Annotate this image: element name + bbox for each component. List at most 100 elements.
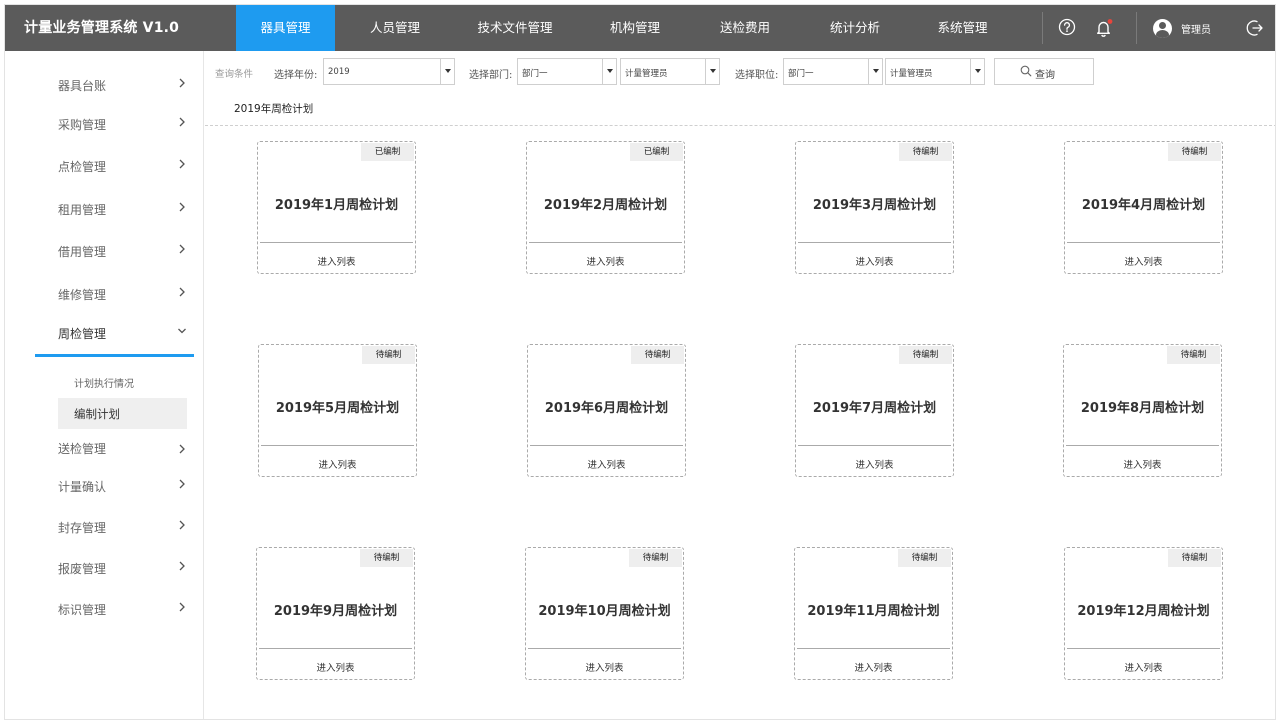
enter-list-link[interactable]: 进入列表 [796, 457, 953, 471]
chevron-right-icon [179, 117, 185, 127]
main-nav: 器具管理 人员管理 技术文件管理 机构管理 送检费用 统计分析 系统管理 [236, 5, 1010, 51]
enter-list-link[interactable]: 进入列表 [258, 254, 415, 268]
sidebar-item-metrology-confirmation[interactable]: 计量确认 [58, 474, 188, 498]
plan-card-title: 2019年5月周检计划 [275, 401, 400, 416]
status-badge: 已编制 [361, 143, 414, 161]
enter-list-link[interactable]: 进入列表 [259, 457, 416, 471]
sidebar: 器具台账 采购管理 点检管理 租用管理 借用管理 维修管理 周检管理 计划执行情… [5, 51, 204, 719]
plan-card-title: 2019年6月周检计划 [544, 401, 669, 416]
nav-tab-technical-documents[interactable]: 技术文件管理 [455, 5, 575, 51]
department-role-select-value: 计量管理员 [625, 69, 668, 79]
card-divider [528, 648, 681, 649]
sidebar-item-label: 采购管理 [58, 118, 107, 132]
sidebar-item-sealing[interactable]: 封存管理 [58, 515, 188, 539]
chevron-right-icon [179, 78, 185, 88]
enter-list-link[interactable]: 进入列表 [528, 457, 685, 471]
card-divider [798, 242, 951, 243]
enter-list-link[interactable]: 进入列表 [257, 660, 414, 674]
sidebar-item-instrument-ledger[interactable]: 器具台账 [58, 73, 188, 97]
card-divider [260, 242, 413, 243]
plan-card-feb[interactable]: 已编制 2019年2月周检计划 进入列表 [526, 141, 685, 274]
plan-card-jul[interactable]: 待编制 2019年7月周检计划 进入列表 [795, 344, 954, 477]
plan-card-title: 2019年12月周检计划 [1077, 604, 1210, 619]
user-name: 管理员 [1181, 24, 1211, 36]
sidebar-subitem-plan-execution[interactable]: 计划执行情况 [58, 366, 187, 397]
nav-tab-instrument-management[interactable]: 器具管理 [236, 5, 335, 51]
section-divider [205, 125, 1275, 126]
card-divider [797, 648, 950, 649]
sidebar-item-periodic-inspection[interactable]: 周检管理 [58, 321, 188, 345]
chevron-right-icon [179, 244, 185, 254]
plan-card-title: 2019年8月周检计划 [1080, 401, 1205, 416]
enter-list-link[interactable]: 进入列表 [1064, 457, 1221, 471]
sidebar-item-send-inspection[interactable]: 送检管理 [58, 436, 188, 460]
sidebar-item-maintenance[interactable]: 维修管理 [58, 282, 188, 306]
card-divider [1067, 648, 1220, 649]
sidebar-item-scrapping[interactable]: 报废管理 [58, 556, 188, 580]
status-badge: 待编制 [1168, 143, 1221, 161]
sidebar-item-procurement[interactable]: 采购管理 [58, 112, 188, 136]
bell-icon[interactable] [1094, 18, 1114, 38]
sidebar-item-label: 标识管理 [58, 603, 107, 617]
sidebar-item-rental[interactable]: 租用管理 [58, 197, 188, 221]
card-divider [259, 648, 412, 649]
enter-list-link[interactable]: 进入列表 [1065, 660, 1222, 674]
sidebar-item-labeling[interactable]: 标识管理 [58, 597, 188, 621]
chevron-right-icon [179, 520, 185, 530]
sidebar-subitem-label: 计划执行情况 [74, 379, 134, 390]
sidebar-item-label: 封存管理 [58, 521, 107, 535]
card-divider [529, 242, 682, 243]
plan-card-jun[interactable]: 待编制 2019年6月周检计划 进入列表 [527, 344, 686, 477]
nav-tab-system-management[interactable]: 系统管理 [915, 5, 1010, 51]
sidebar-item-label: 借用管理 [58, 245, 107, 259]
plan-card-oct[interactable]: 待编制 2019年10月周检计划 进入列表 [525, 547, 684, 680]
chevron-right-icon [179, 202, 185, 212]
nav-tab-organization-management[interactable]: 机构管理 [575, 5, 695, 51]
sidebar-item-label: 周检管理 [58, 327, 107, 341]
query-button-label: 查询 [1035, 70, 1055, 81]
sidebar-item-borrowing[interactable]: 借用管理 [58, 239, 188, 263]
chevron-right-icon [179, 444, 185, 454]
sidebar-item-label: 维修管理 [58, 288, 107, 302]
section-title: 2019年周检计划 [234, 103, 314, 115]
plan-card-sep[interactable]: 待编制 2019年9月周检计划 进入列表 [256, 547, 415, 680]
status-badge: 待编制 [899, 346, 952, 364]
chevron-right-icon [179, 602, 185, 612]
position-role-select[interactable]: 计量管理员 [885, 58, 985, 85]
logout-icon[interactable] [1245, 18, 1265, 38]
enter-list-link[interactable]: 进入列表 [527, 254, 684, 268]
status-badge: 待编制 [899, 143, 952, 161]
enter-list-link[interactable]: 进入列表 [795, 660, 952, 674]
nav-tab-personnel-management[interactable]: 人员管理 [335, 5, 455, 51]
department-role-select[interactable]: 计量管理员 [620, 58, 720, 85]
position-select[interactable]: 部门一 [783, 58, 883, 85]
enter-list-link[interactable]: 进入列表 [1065, 254, 1222, 268]
enter-list-link[interactable]: 进入列表 [796, 254, 953, 268]
plan-card-aug[interactable]: 待编制 2019年8月周检计划 进入列表 [1063, 344, 1222, 477]
plan-card-apr[interactable]: 待编制 2019年4月周检计划 进入列表 [1064, 141, 1223, 274]
chevron-right-icon [179, 159, 185, 169]
user-menu[interactable]: 管理员 [1153, 16, 1211, 40]
nav-tab-statistics[interactable]: 统计分析 [795, 5, 915, 51]
plan-card-nov[interactable]: 待编制 2019年11月周检计划 进入列表 [794, 547, 953, 680]
active-menu-indicator [35, 354, 194, 357]
sidebar-subitem-label: 编制计划 [74, 407, 120, 421]
enter-list-link[interactable]: 进入列表 [526, 660, 683, 674]
plan-card-mar[interactable]: 待编制 2019年3月周检计划 进入列表 [795, 141, 954, 274]
query-button[interactable]: 查询 [994, 58, 1094, 85]
help-icon[interactable] [1058, 18, 1078, 38]
year-select[interactable]: 2019 [323, 58, 455, 85]
position-select-value: 部门一 [788, 69, 814, 79]
plan-card-title: 2019年11月周检计划 [807, 604, 940, 619]
plan-card-dec[interactable]: 待编制 2019年12月周检计划 进入列表 [1064, 547, 1223, 680]
plan-card-may[interactable]: 待编制 2019年5月周检计划 进入列表 [258, 344, 417, 477]
plan-card-jan[interactable]: 已编制 2019年1月周检计划 进入列表 [257, 141, 416, 274]
nav-tab-inspection-fees[interactable]: 送检费用 [695, 5, 795, 51]
sidebar-subitem-prepare-plan[interactable]: 编制计划 [58, 398, 187, 429]
status-badge: 待编制 [629, 549, 682, 567]
sidebar-item-label: 器具台账 [58, 79, 107, 93]
plan-card-title: 2019年3月周检计划 [812, 198, 937, 213]
department-select[interactable]: 部门一 [517, 58, 617, 85]
sidebar-item-spot-check[interactable]: 点检管理 [58, 154, 188, 178]
chevron-right-icon [179, 287, 185, 297]
